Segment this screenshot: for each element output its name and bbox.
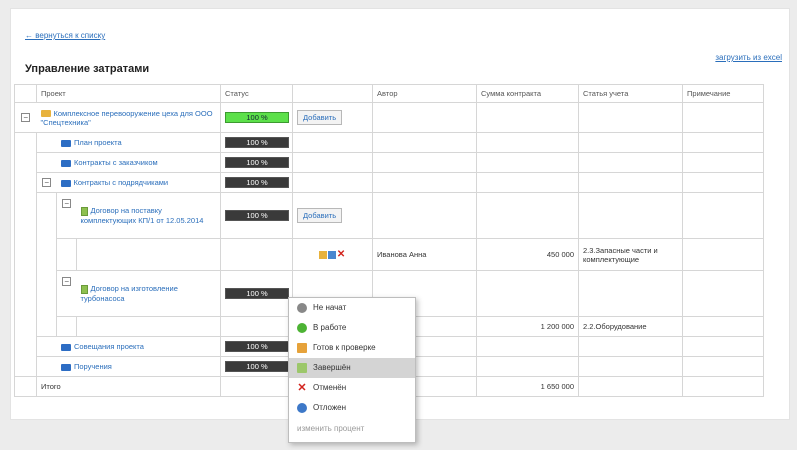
menu-item-not-started[interactable]: Не начат (289, 298, 415, 318)
tasks-link[interactable]: Поручения (74, 362, 112, 371)
col-amount: Сумма контракта (476, 84, 580, 103)
project-link[interactable]: Комплексное перевооружение цеха для ООО … (41, 109, 213, 127)
document-icon (80, 206, 88, 216)
col-article: Статья учета (578, 84, 684, 103)
menu-item-ready-for-review[interactable]: Готов к проверке (289, 338, 415, 358)
col-author: Автор (372, 84, 478, 103)
progress-bar: 100 % (225, 210, 290, 221)
collapse-toggle[interactable]: − (62, 198, 72, 208)
plan-link[interactable]: План проекта (74, 138, 122, 147)
progress-bar: 100 % (225, 112, 290, 123)
table-row: План проекта 100 % (14, 132, 765, 153)
table-row: Контракты с заказчиком 100 % (14, 152, 765, 173)
edit-icon[interactable] (318, 251, 327, 259)
author-cell: Иванова Анна (372, 238, 478, 271)
load-from-excel-link[interactable]: загрузить из excel (715, 53, 782, 62)
progress-bar: 100 % (225, 137, 290, 148)
green-circle-icon (297, 323, 307, 333)
add-button[interactable]: Добавить (297, 110, 343, 125)
folder-icon (61, 159, 71, 167)
progress-bar: 100 % (225, 341, 290, 352)
progress-bar: 100 % (225, 361, 290, 372)
menu-item-cancelled[interactable]: ✕ Отменён (289, 378, 415, 398)
table-row: − Комплексное перевооружение цеха для ОО… (14, 102, 765, 133)
menu-item-completed[interactable]: Завершён (289, 358, 415, 378)
amount-cell: 1 200 000 (476, 316, 580, 337)
page-title: Управление затратами (25, 63, 150, 75)
collapse-toggle[interactable]: − (42, 178, 52, 188)
total-amount: 1 650 000 (476, 376, 580, 397)
contract-link[interactable]: Договор на изготовление турбонасоса (81, 284, 178, 303)
gray-circle-icon (297, 303, 307, 313)
copy-icon[interactable] (327, 251, 336, 259)
complete-document-icon (297, 363, 307, 373)
delete-icon[interactable]: ✕ (337, 250, 346, 260)
folder-icon (61, 139, 71, 147)
status-context-menu: Не начат В работе Готов к проверке Завер… (288, 297, 416, 443)
collapse-toggle[interactable]: − (21, 113, 31, 123)
col-actions (292, 84, 374, 103)
collapse-toggle[interactable]: − (62, 276, 72, 286)
folder-icon (61, 343, 71, 351)
folder-icon (60, 179, 71, 187)
menu-item-in-progress[interactable]: В работе (289, 318, 415, 338)
meetings-link[interactable]: Совещания проекта (74, 342, 144, 351)
amount-cell: 450 000 (476, 238, 580, 271)
article-cell: 2.3.Запасные части и комплектующие (578, 238, 684, 271)
progress-bar: 100 % (225, 177, 290, 188)
project-folder-icon (40, 110, 51, 118)
progress-bar: 100 % (225, 157, 290, 168)
customer-contracts-link[interactable]: Контракты с заказчиком (74, 158, 158, 167)
change-percent-link[interactable]: изменить процент (289, 418, 415, 440)
check-document-icon (297, 343, 307, 353)
table-header: Проект Статус Автор Сумма контракта Стат… (14, 84, 765, 103)
menu-item-postponed[interactable]: Отложен (289, 398, 415, 418)
contractors-link[interactable]: Контракты с подрядчиками (74, 178, 169, 187)
progress-bar: 100 % (225, 288, 290, 299)
total-label: Итого (35, 376, 222, 397)
col-project: Проект (35, 84, 222, 103)
postponed-icon (297, 403, 307, 413)
folder-icon (61, 363, 71, 371)
document-icon (80, 284, 88, 294)
article-cell: 2.2.Оборудование (578, 316, 684, 337)
contract-link[interactable]: Договор на поставку комплектующих КП/1 о… (81, 206, 204, 225)
red-x-icon: ✕ (297, 382, 307, 394)
col-note: Примечание (682, 84, 765, 103)
add-button[interactable]: Добавить (297, 208, 343, 223)
col-status: Статус (220, 84, 294, 103)
back-to-list-link[interactable]: ← вернуться к списку (25, 31, 105, 40)
table-row: − Контракты с подрядчиками 100 % (14, 172, 765, 193)
table-row: − Договор на поставку комплектующих КП/1… (14, 192, 765, 239)
table-row: ✕ Иванова Анна 450 000 2.3.Запасные част… (14, 238, 765, 271)
